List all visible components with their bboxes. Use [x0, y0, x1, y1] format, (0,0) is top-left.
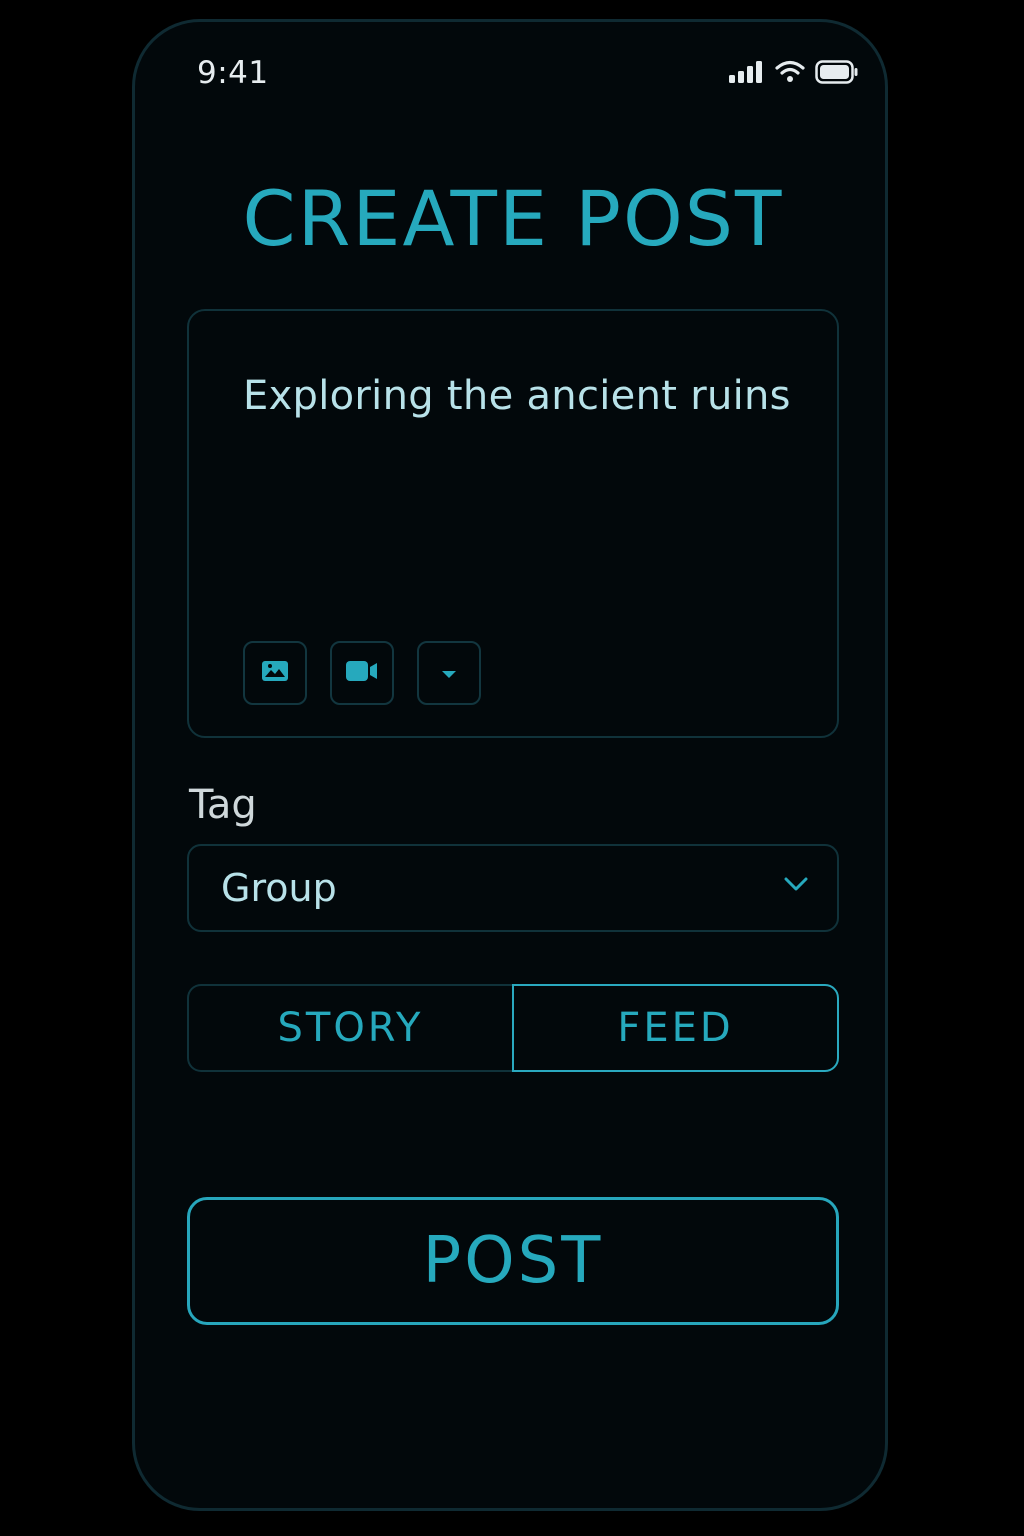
- wifi-icon: [775, 60, 805, 88]
- post-button[interactable]: POST: [187, 1197, 839, 1325]
- story-option[interactable]: STORY: [187, 984, 512, 1072]
- tag-label: Tag: [189, 782, 257, 828]
- more-options-button[interactable]: [417, 641, 481, 705]
- post-type-segmented-control: STORY FEED: [187, 984, 839, 1072]
- battery-icon: [815, 59, 859, 89]
- status-time: 9:41: [197, 55, 269, 91]
- page-title: CREATE POST: [242, 174, 784, 263]
- image-icon: [261, 660, 289, 686]
- tag-selected-value: Group: [221, 866, 337, 910]
- signal-icon: [729, 60, 765, 88]
- status-icons: [729, 60, 859, 88]
- phone-frame: 9:41 CREATE POST Exploring the ancient r…: [132, 19, 888, 1511]
- tag-select[interactable]: Group: [187, 844, 839, 932]
- video-icon: [345, 660, 379, 686]
- add-video-button[interactable]: [330, 641, 394, 705]
- feed-option[interactable]: FEED: [512, 984, 839, 1072]
- post-composer[interactable]: Exploring the ancient ruins: [187, 309, 839, 738]
- add-image-button[interactable]: [243, 641, 307, 705]
- post-text-input[interactable]: Exploring the ancient ruins: [243, 373, 791, 419]
- dropdown-icon: [440, 664, 458, 683]
- chevron-down-icon: [783, 876, 809, 896]
